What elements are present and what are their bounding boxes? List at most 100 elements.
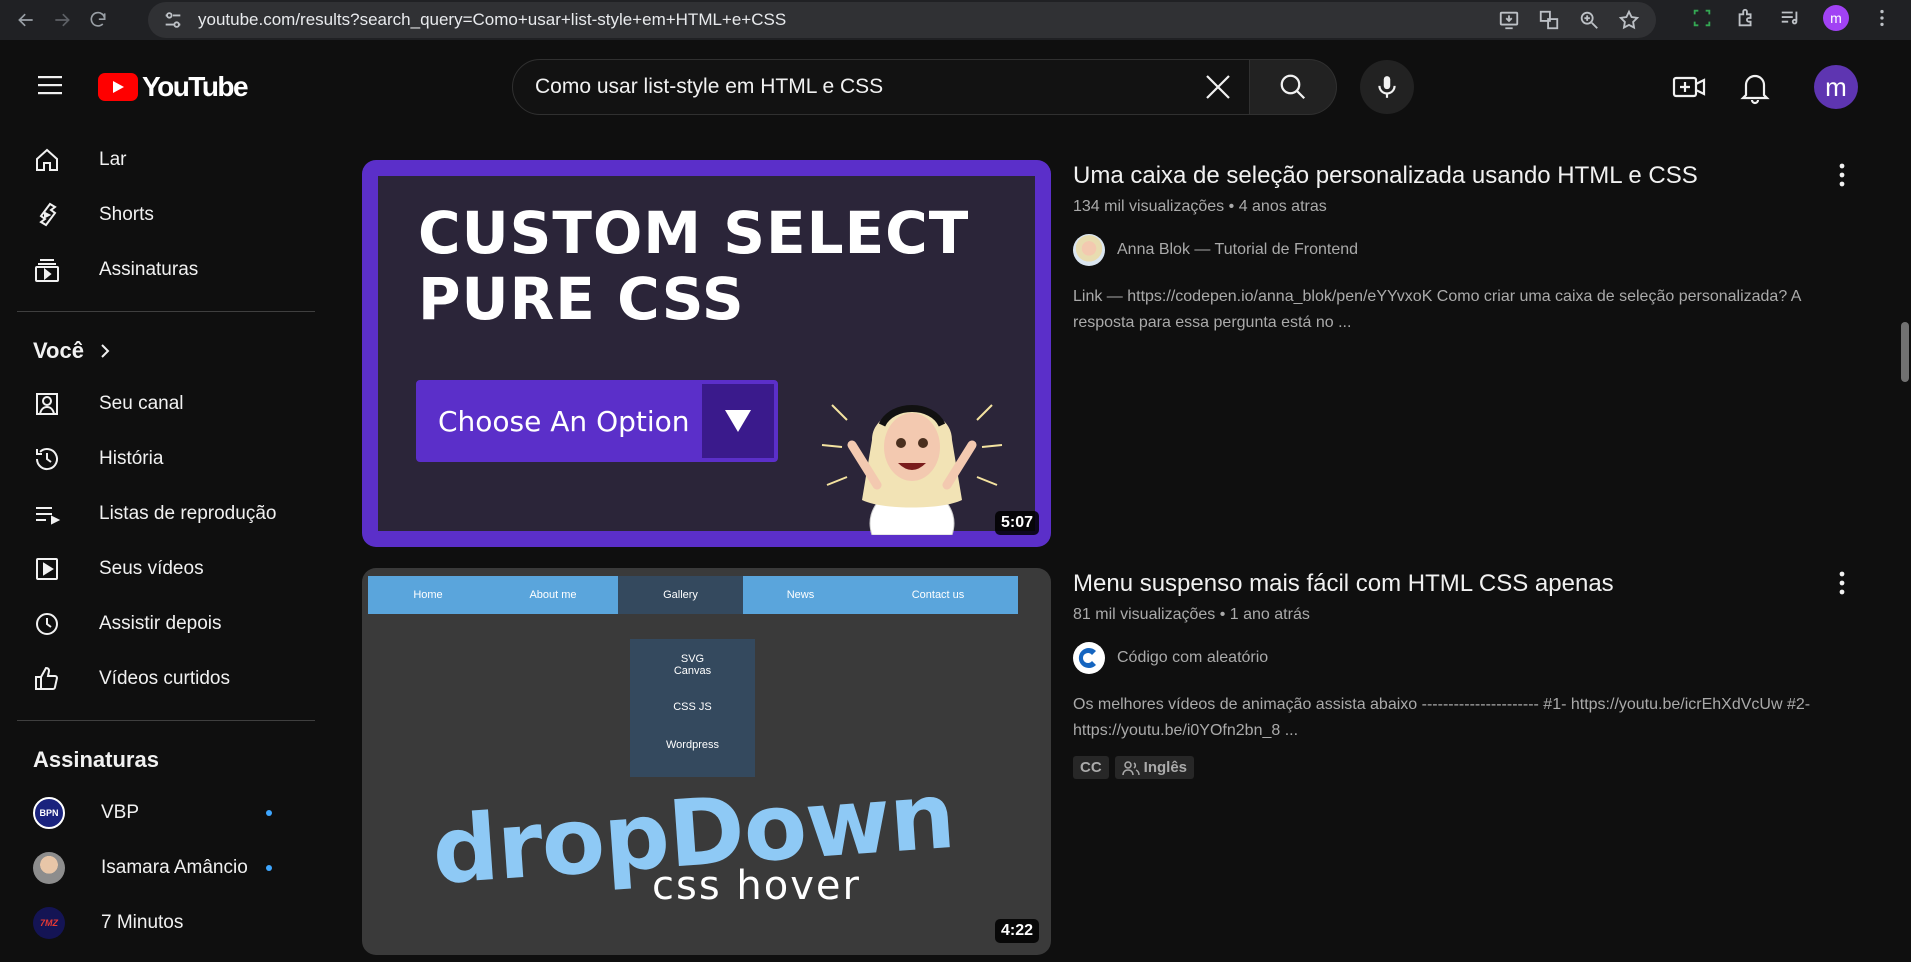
translate-icon[interactable]	[1538, 9, 1560, 31]
video-badges: CC Inglês	[1073, 756, 1833, 779]
sidebar-item-label: Seu canal	[99, 392, 184, 414]
watch-later-icon	[36, 612, 58, 635]
sidebar-you-heading[interactable]: Você	[0, 326, 320, 376]
microphone-icon	[1378, 76, 1396, 98]
video-thumbnail[interactable]: CUSTOM SELECT PURE CSS Choose An Option …	[362, 160, 1051, 547]
badge-label: CC	[1080, 759, 1102, 776]
channel-name[interactable]: Código com aleatório	[1117, 649, 1268, 667]
your-videos-icon	[36, 557, 58, 580]
sidebar-item-your-videos[interactable]: Seus vídeos	[0, 541, 320, 596]
account-avatar[interactable]: m	[1814, 65, 1858, 109]
channel-avatar[interactable]	[1073, 234, 1105, 266]
sidebar-sub-vbp[interactable]: BPN VBP	[0, 785, 320, 840]
thumbnail-navbar: Home About me Gallery News Contact us	[368, 576, 1018, 614]
sidebar-item-label: Listas de reprodução	[99, 502, 277, 524]
bookmark-star-icon[interactable]	[1618, 9, 1640, 31]
youtube-logo[interactable]: YouTube	[98, 71, 249, 103]
notifications-bell-icon[interactable]	[1736, 68, 1774, 106]
address-bar[interactable]: youtube.com/results?search_query=Como+us…	[148, 2, 1656, 38]
search-box[interactable]	[512, 59, 1250, 115]
install-app-icon[interactable]	[1498, 9, 1520, 31]
home-icon	[36, 148, 58, 171]
cartoon-character-icon	[821, 404, 1003, 535]
video-info: Menu suspenso mais fácil com HTML CSS ap…	[1073, 568, 1833, 779]
view-count: 134 mil visualizações	[1073, 198, 1225, 215]
browser-toolbar: youtube.com/results?search_query=Como+us…	[0, 0, 1911, 40]
sidebar-item-subscriptions[interactable]: Assinaturas	[0, 242, 320, 297]
create-video-icon[interactable]	[1670, 68, 1708, 106]
thumbnail-heading: CUSTOM SELECT PURE CSS	[418, 200, 969, 332]
subscriptions-heading-label: Assinaturas	[33, 747, 159, 772]
sidebar-item-home[interactable]: Lar	[0, 132, 320, 187]
sidebar-sub-7minutos[interactable]: 7MZ 7 Minutos	[0, 895, 320, 950]
channel-row[interactable]: Anna Blok — Tutorial de Frontend	[1073, 234, 1833, 266]
screenshot-icon[interactable]	[1691, 7, 1713, 29]
page-scrollbar[interactable]	[1898, 132, 1911, 962]
badge-label: Inglês	[1143, 759, 1188, 776]
you-heading-label: Você	[33, 338, 84, 363]
thumbnail-nav-item: About me	[529, 589, 577, 601]
video-description: Link — https://codepen.io/anna_blok/pen/…	[1073, 288, 1801, 331]
channel-name[interactable]: Anna Blok — Tutorial de Frontend	[1117, 241, 1358, 259]
shorts-icon	[39, 202, 57, 226]
video-description: Os melhores vídeos de animação assista a…	[1073, 696, 1811, 739]
video-thumbnail[interactable]: Home About me Gallery News Contact us SV…	[362, 568, 1051, 955]
thumbnail-nav-item: Gallery	[618, 576, 743, 614]
search-input[interactable]	[513, 75, 1153, 99]
sidebar-item-history[interactable]: História	[0, 431, 320, 486]
avatar: BPN	[33, 796, 65, 829]
subscriptions-icon	[35, 258, 59, 282]
channel-row[interactable]: Código com aleatório	[1073, 642, 1833, 674]
liked-icon	[35, 666, 59, 690]
sidebar-item-label: Lar	[99, 148, 127, 170]
upload-age: 1 ano atrás	[1229, 606, 1310, 623]
logo-text: YouTube	[142, 71, 249, 102]
video-title[interactable]: Uma caixa de seleção personalizada usand…	[1073, 160, 1833, 192]
cc-badge: CC	[1073, 756, 1109, 779]
chevron-right-icon	[101, 344, 110, 358]
sidebar-item-liked-videos[interactable]: Vídeos curtidos	[0, 651, 320, 706]
clear-search-icon[interactable]	[1201, 70, 1235, 104]
sidebar-sub-isamara[interactable]: Isamara Amâncio	[0, 840, 320, 895]
reload-button[interactable]	[80, 2, 116, 38]
avatar	[33, 851, 65, 884]
media-controls-icon[interactable]	[1779, 7, 1801, 29]
youtube-play-icon	[98, 73, 138, 101]
search-icon	[1280, 74, 1306, 100]
history-icon	[35, 447, 58, 470]
thumbnail-nav-item: News	[786, 589, 815, 601]
thumbnail-line: PURE CSS	[418, 265, 745, 333]
menu-icon[interactable]	[30, 70, 70, 100]
forward-button[interactable]	[44, 2, 80, 38]
site-info-icon[interactable]	[162, 9, 184, 31]
search-button[interactable]	[1250, 59, 1337, 115]
browser-profile-avatar[interactable]: m	[1823, 5, 1849, 31]
video-duration: 4:22	[994, 919, 1039, 943]
voice-search-button[interactable]	[1360, 60, 1414, 114]
more-options-icon[interactable]	[1827, 160, 1857, 190]
thumbnail-line: CUSTOM SELECT	[418, 199, 970, 267]
video-meta: 81 mil visualizações • 1 ano atrás	[1073, 606, 1310, 623]
more-options-icon[interactable]	[1827, 568, 1857, 598]
zoom-icon[interactable]	[1578, 9, 1600, 31]
extensions-icon[interactable]	[1735, 7, 1757, 29]
thumbnail-select-label: Choose An Option	[438, 404, 690, 438]
sidebar-item-label: Seus vídeos	[99, 557, 204, 579]
channel-logo-icon	[1078, 648, 1096, 668]
sidebar-item-label: Isamara Amâncio	[101, 856, 248, 878]
sidebar-item-label: 7 Minutos	[101, 911, 184, 933]
url-text[interactable]: youtube.com/results?search_query=Como+us…	[198, 10, 786, 30]
avatar: 7MZ	[33, 906, 65, 939]
browser-menu-icon[interactable]	[1871, 7, 1893, 29]
people-icon	[1121, 760, 1140, 775]
sidebar-item-playlists[interactable]: Listas de reprodução	[0, 486, 320, 541]
thumbnail-select-mock: Choose An Option	[416, 380, 778, 462]
video-title[interactable]: Menu suspenso mais fácil com HTML CSS ap…	[1073, 568, 1833, 600]
sidebar-item-watch-later[interactable]: Assistir depois	[0, 596, 320, 651]
channel-avatar[interactable]	[1073, 642, 1105, 674]
youtube-header: YouTube m	[0, 40, 1911, 132]
sidebar-item-shorts[interactable]: Shorts	[0, 187, 320, 242]
back-button[interactable]	[8, 2, 44, 38]
sidebar-item-your-channel[interactable]: Seu canal	[0, 376, 320, 431]
scrollbar-thumb[interactable]	[1901, 322, 1909, 382]
